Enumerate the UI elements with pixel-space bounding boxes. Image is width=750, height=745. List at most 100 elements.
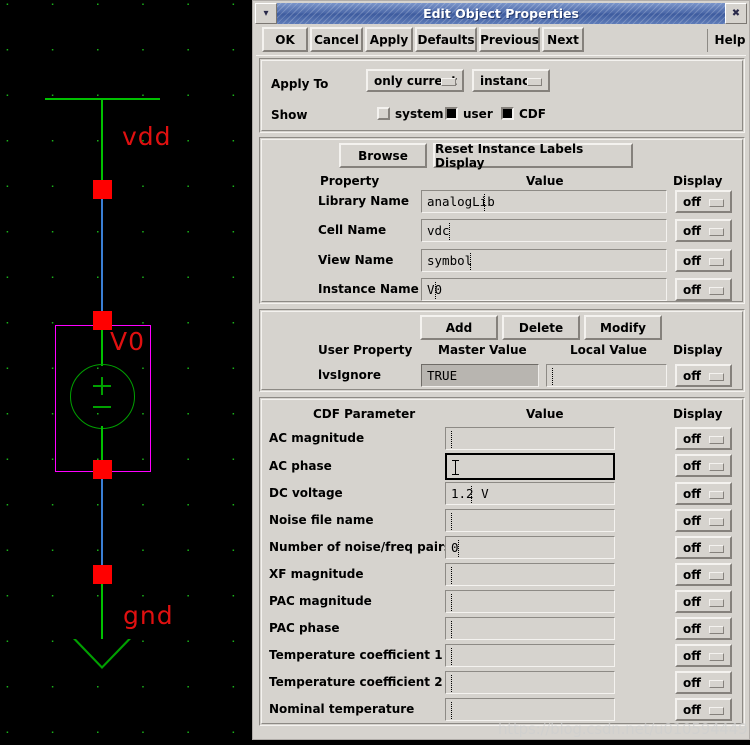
defaults-button[interactable]: Defaults xyxy=(415,27,477,52)
voltage-source-circle xyxy=(70,364,135,429)
temp-coefficient-1-input[interactable] xyxy=(445,644,615,667)
xf-magnitude-display-dropdown[interactable]: off xyxy=(675,563,732,586)
pac-phase-display-dropdown[interactable]: off xyxy=(675,617,732,640)
chevron-down-icon xyxy=(709,652,724,661)
ac-magnitude-display-dropdown[interactable]: off xyxy=(675,427,732,450)
temp-coefficient-1-display-dropdown[interactable]: off xyxy=(675,644,732,667)
dc-voltage-display-value: off xyxy=(683,486,701,501)
delete-user-property-button[interactable]: Delete xyxy=(502,315,580,340)
cdf-parameter-column-header: CDF Parameter xyxy=(313,407,416,421)
lvsignore-local-input[interactable] xyxy=(546,364,667,387)
instance-name-input[interactable]: V0 xyxy=(421,278,667,301)
watermark-text: https://blog.csdn.net/u010594449 xyxy=(498,720,748,738)
text-caret xyxy=(451,621,453,638)
cell-name-input[interactable]: vdc xyxy=(421,219,667,242)
pac-magnitude-input[interactable] xyxy=(445,590,615,613)
view-name-input[interactable]: symbol xyxy=(421,249,667,272)
nominal-temperature-label: Nominal temperature xyxy=(269,702,415,716)
nominal-temperature-display-value: off xyxy=(683,702,701,717)
instance-name-display-dropdown[interactable]: off xyxy=(675,278,732,301)
ac-phase-input[interactable] xyxy=(445,453,615,480)
library-name-display-dropdown[interactable]: off xyxy=(675,190,732,213)
text-caret xyxy=(451,567,453,584)
apply-target-dropdown[interactable]: instance xyxy=(472,69,550,92)
chevron-down-icon xyxy=(709,679,724,688)
edit-object-properties-dialog: ▾ Edit Object Properties ✖ OK Cancel App… xyxy=(252,0,750,740)
noise-file-name-label: Noise file name xyxy=(269,513,374,527)
library-name-display-value: off xyxy=(683,194,701,209)
noise-freq-pairs-display-dropdown[interactable]: off xyxy=(675,536,732,559)
cell-name-label: Cell Name xyxy=(318,223,387,237)
window-close-button[interactable]: ✖ xyxy=(725,3,747,24)
modify-user-property-button[interactable]: Modify xyxy=(584,315,662,340)
property-column-header: Property xyxy=(320,174,380,188)
checkbox-system[interactable] xyxy=(377,107,390,120)
text-caret xyxy=(449,223,451,240)
apply-scope-dropdown[interactable]: only current xyxy=(366,69,464,92)
view-name-display-value: off xyxy=(683,253,701,268)
source-plus-v xyxy=(101,377,103,395)
nominal-temperature-input[interactable] xyxy=(445,698,615,721)
ac-magnitude-display-value: off xyxy=(683,431,701,446)
chevron-down-icon xyxy=(709,706,724,715)
reset-instance-labels-button[interactable]: Reset Instance Labels Display xyxy=(433,142,633,170)
chevron-down-icon xyxy=(709,198,724,207)
lvsignore-display-value: off xyxy=(683,368,701,383)
pac-magnitude-display-dropdown[interactable]: off xyxy=(675,590,732,613)
cancel-button[interactable]: Cancel xyxy=(310,27,363,52)
noise-file-name-display-dropdown[interactable]: off xyxy=(675,509,732,532)
cell-name-display-dropdown[interactable]: off xyxy=(675,219,732,242)
text-caret xyxy=(451,513,453,530)
pac-magnitude-display-value: off xyxy=(683,594,701,609)
checkbox-cdf-label: CDF xyxy=(519,107,546,121)
previous-button[interactable]: Previous xyxy=(479,27,540,52)
ac-magnitude-input[interactable] xyxy=(445,427,615,450)
ok-button[interactable]: OK xyxy=(262,27,308,52)
cdf-parameter-panel: CDF Parameter Value Display AC magnitude… xyxy=(259,397,745,726)
help-button[interactable]: Help xyxy=(711,27,749,52)
instance-label-v0: V0 xyxy=(110,327,146,356)
checkbox-user[interactable] xyxy=(445,107,458,120)
chevron-down-icon xyxy=(709,286,724,295)
ac-phase-display-dropdown[interactable]: off xyxy=(675,454,732,477)
dc-voltage-input[interactable]: 1.2 V xyxy=(445,482,615,505)
chevron-down-icon xyxy=(709,544,724,553)
noise-freq-pairs-display-value: off xyxy=(683,540,701,555)
chevron-down-icon xyxy=(709,462,724,471)
ac-phase-display-value: off xyxy=(683,458,701,473)
chevron-down-icon xyxy=(527,77,542,86)
pac-phase-input[interactable] xyxy=(445,617,615,640)
local-value-column-header: Local Value xyxy=(570,343,647,357)
dc-voltage-display-dropdown[interactable]: off xyxy=(675,482,732,505)
apply-button[interactable]: Apply xyxy=(365,27,413,52)
checkbox-cdf[interactable] xyxy=(501,107,514,120)
chevron-down-icon xyxy=(709,598,724,607)
user-property-panel: Add Delete Modify User Property Master V… xyxy=(259,309,745,392)
view-name-display-dropdown[interactable]: off xyxy=(675,249,732,272)
pin-source-minus[interactable] xyxy=(93,460,112,479)
pin-vdd[interactable] xyxy=(93,180,112,199)
noise-file-name-input[interactable] xyxy=(445,509,615,532)
text-caret xyxy=(451,702,453,719)
add-user-property-button[interactable]: Add xyxy=(420,315,498,340)
lvsignore-display-dropdown[interactable]: off xyxy=(675,364,732,387)
temp-coefficient-2-display-dropdown[interactable]: off xyxy=(675,671,732,694)
xf-magnitude-input[interactable] xyxy=(445,563,615,586)
chevron-down-icon xyxy=(709,490,724,499)
noise-freq-pairs-input[interactable]: 0 xyxy=(445,536,615,559)
net-wire-upper xyxy=(101,199,103,311)
xf-magnitude-display-value: off xyxy=(683,567,701,582)
text-caret xyxy=(458,540,460,557)
xf-magnitude-label: XF magnitude xyxy=(269,567,364,581)
pac-magnitude-label: PAC magnitude xyxy=(269,594,372,608)
nominal-temperature-display-dropdown[interactable]: off xyxy=(675,698,732,721)
temp-coefficient-2-input[interactable] xyxy=(445,671,615,694)
pin-gnd[interactable] xyxy=(93,565,112,584)
next-button[interactable]: Next xyxy=(542,27,584,52)
window-menu-button[interactable]: ▾ xyxy=(255,3,277,24)
library-name-input[interactable]: analogLib xyxy=(421,190,667,213)
text-cursor-icon xyxy=(452,460,459,475)
browse-button[interactable]: Browse xyxy=(339,143,427,168)
gnd-label: gnd xyxy=(123,601,174,630)
temp-coefficient-2-label: Temperature coefficient 2 xyxy=(269,675,443,689)
